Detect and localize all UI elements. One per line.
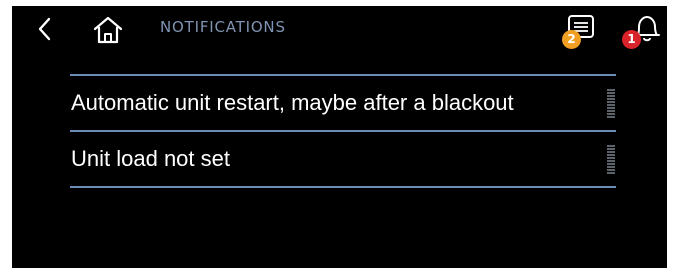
home-button[interactable] [92,15,124,45]
list-divider [70,186,616,188]
list-item[interactable]: Unit load not set [70,132,616,186]
header-bar: NOTIFICATIONS 2 1 [12,6,667,54]
alarms-button[interactable]: 1 [616,14,662,50]
home-icon [93,16,123,44]
back-button[interactable] [34,16,56,42]
list-item[interactable]: Automatic unit restart, maybe after a bl… [70,76,616,130]
chevron-left-icon [38,17,51,41]
list-item-text: Unit load not set [71,146,230,171]
messages-badge: 2 [562,30,581,49]
page-title: NOTIFICATIONS [160,18,286,36]
drag-handle-icon[interactable] [606,88,616,118]
notifications-list: Automatic unit restart, maybe after a bl… [70,74,616,188]
alarms-badge: 1 [622,30,641,49]
device-screen: NOTIFICATIONS 2 1 Automatic unit restart… [12,6,667,268]
messages-button[interactable]: 2 [552,14,596,50]
list-item-text: Automatic unit restart, maybe after a bl… [71,90,514,115]
drag-handle-icon[interactable] [606,144,616,174]
